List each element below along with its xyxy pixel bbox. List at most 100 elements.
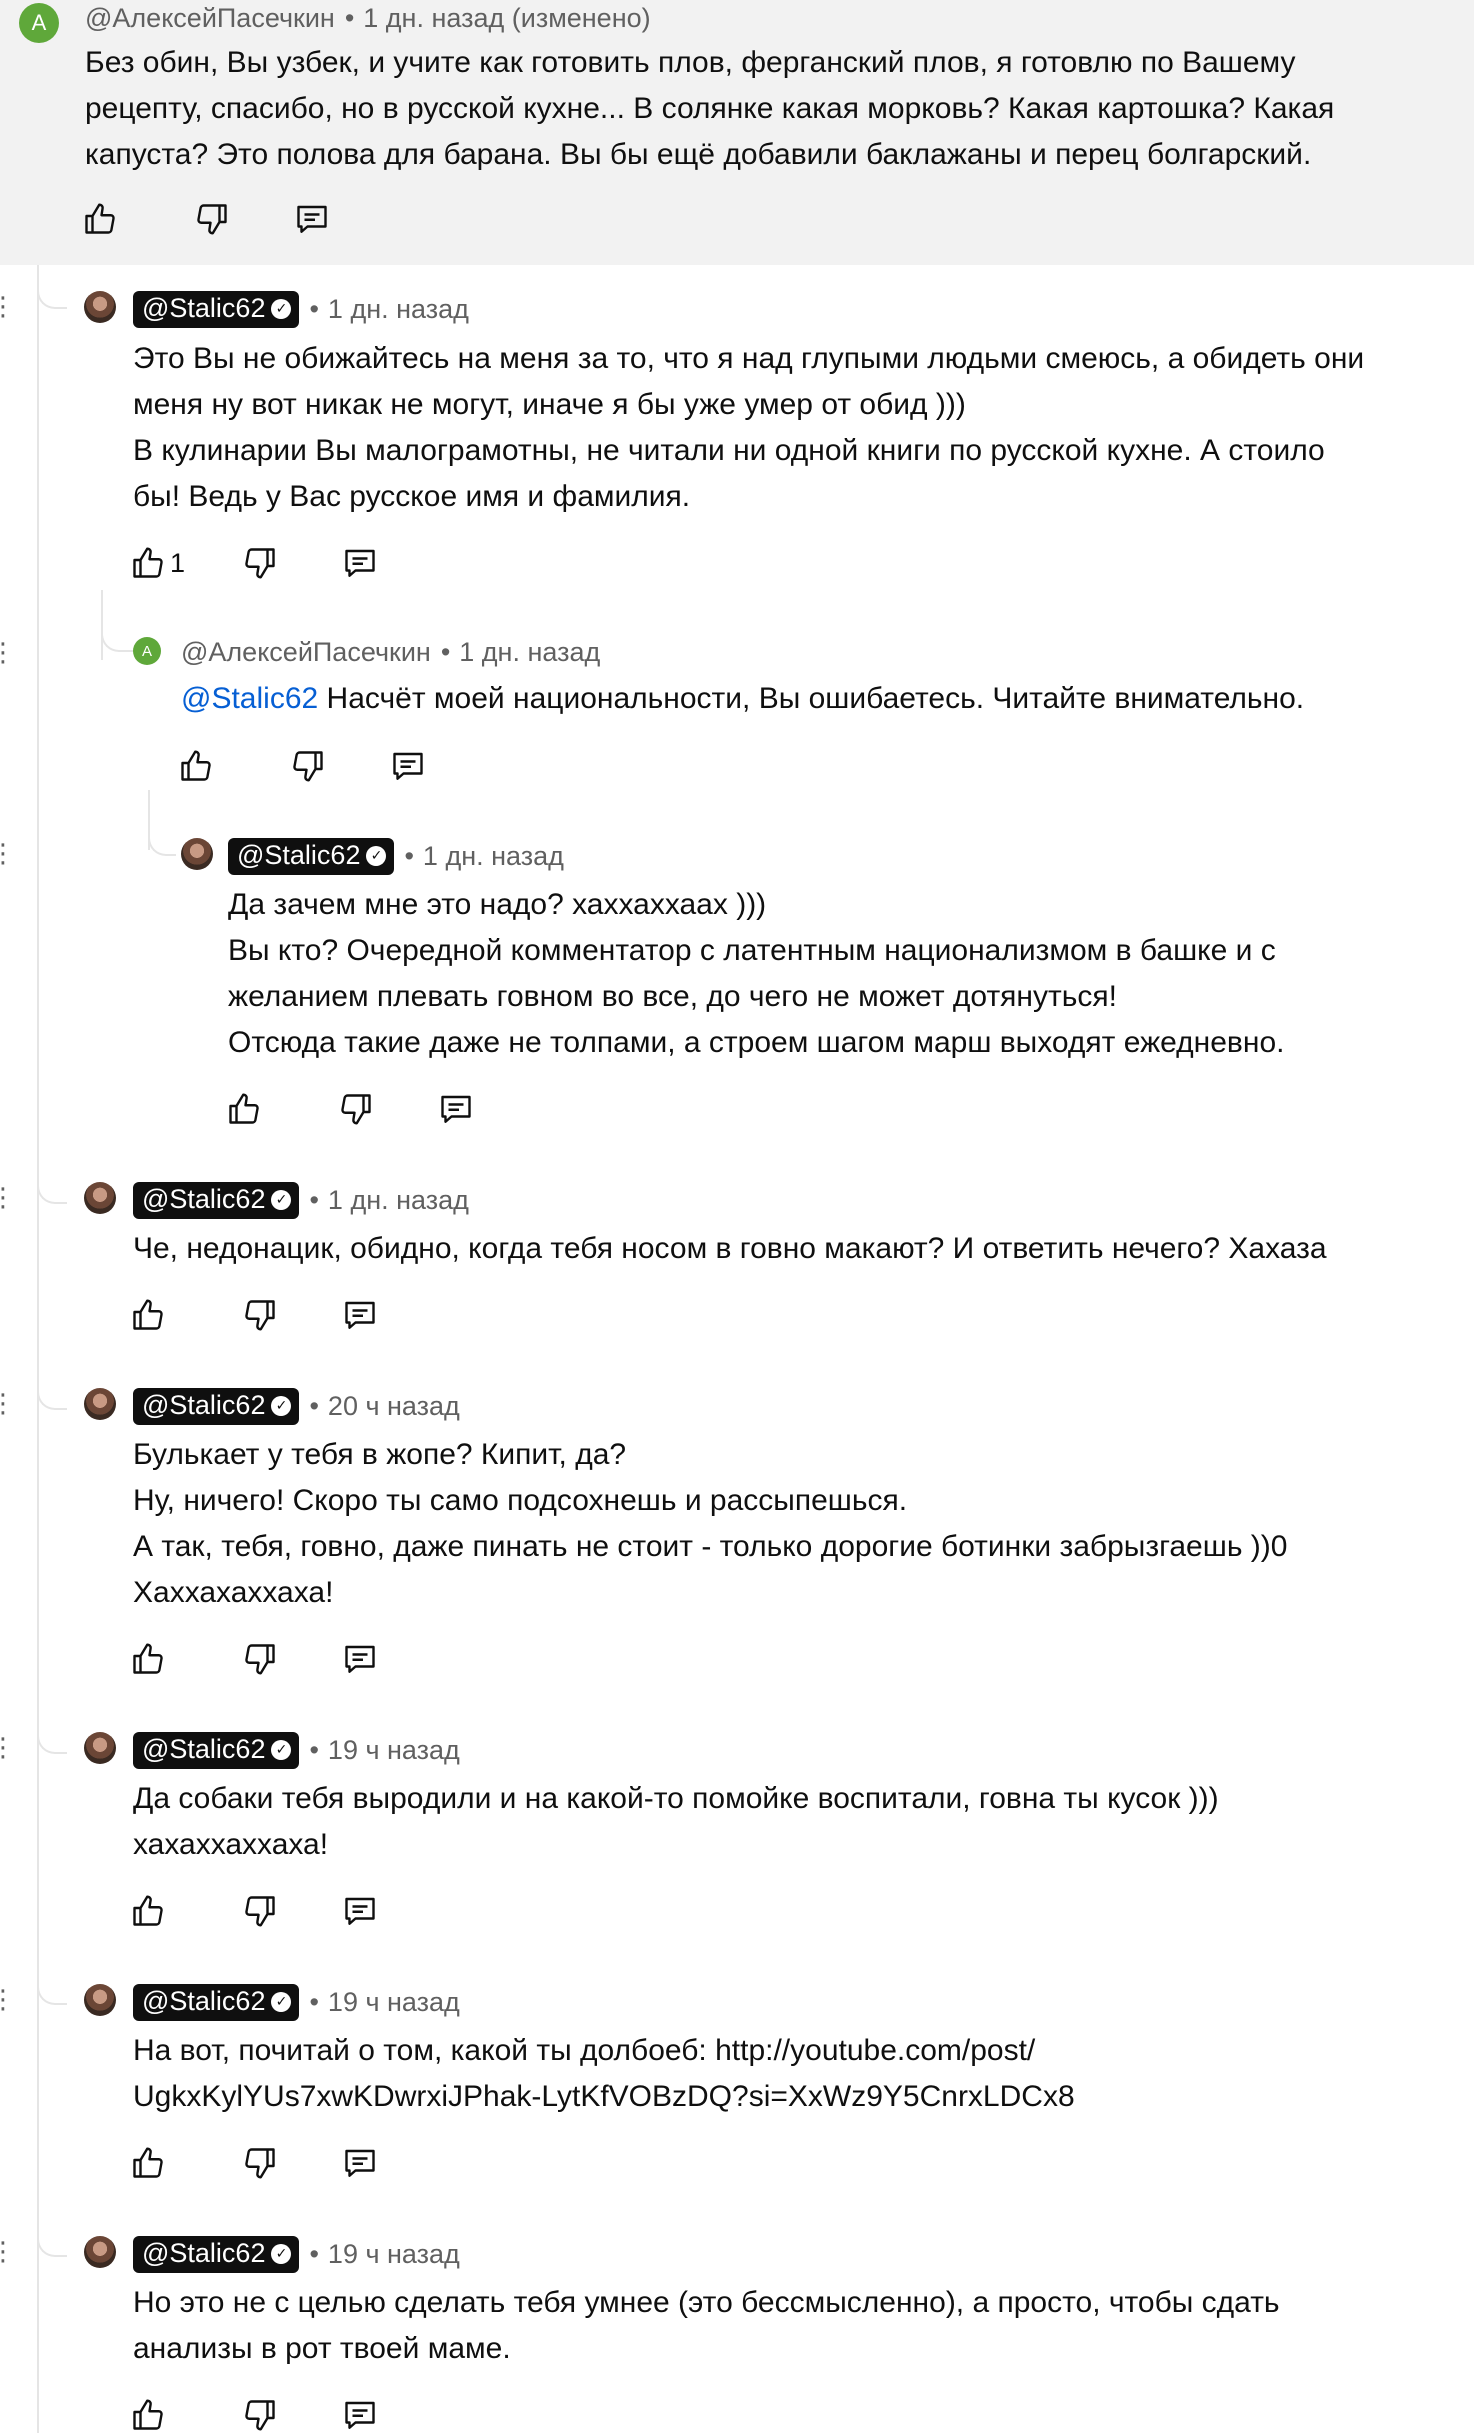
like-button[interactable] bbox=[130, 1893, 242, 1929]
comment-author[interactable]: @АлексейПасечкин bbox=[85, 3, 335, 34]
like-button[interactable] bbox=[178, 748, 290, 784]
comment-line: Вы кто? Очередной комментатор с латентны… bbox=[228, 934, 1276, 967]
comment-actions bbox=[226, 1091, 474, 1127]
creator-badge[interactable]: @Stalic62 ✓ bbox=[133, 1388, 300, 1425]
comment-time[interactable]: 1 дн. назад (изменено) bbox=[363, 3, 650, 34]
dislike-button[interactable] bbox=[242, 545, 342, 581]
dislike-button[interactable] bbox=[242, 2397, 342, 2433]
separator-dot: • bbox=[309, 1185, 319, 1215]
reply-button[interactable] bbox=[342, 2145, 378, 2181]
thumbs-down-icon bbox=[293, 751, 323, 782]
comment-time[interactable]: 1 дн. назад bbox=[423, 841, 564, 872]
dislike-button[interactable] bbox=[242, 1297, 342, 1333]
like-button[interactable] bbox=[130, 1641, 242, 1677]
creator-badge[interactable]: @Stalic62 ✓ bbox=[228, 838, 395, 875]
comment-text: Да зачем мне это надо? хаххаххаах ))) Вы… bbox=[228, 882, 1284, 1066]
reply-button[interactable] bbox=[342, 1297, 378, 1333]
comment-line: Че, недонацик, обидно, когда тебя носом … bbox=[133, 1232, 1327, 1265]
comment-line: Но это не с целью сделать тебя умнее (эт… bbox=[133, 2286, 1280, 2319]
comment-time[interactable]: 20 ч назад bbox=[328, 1391, 460, 1422]
comment-line: меня ну вот никак не могут, иначе я бы у… bbox=[133, 388, 966, 421]
avatar[interactable] bbox=[84, 1732, 116, 1764]
dislike-button[interactable] bbox=[242, 1893, 342, 1929]
comment-time[interactable]: 1 дн. назад bbox=[459, 637, 600, 668]
reply-comment-icon bbox=[393, 752, 423, 780]
dislike-button[interactable] bbox=[194, 201, 294, 237]
reply-comment-icon bbox=[345, 2401, 375, 2429]
creator-badge[interactable]: @Stalic62 ✓ bbox=[133, 1984, 300, 2021]
reply-button[interactable] bbox=[342, 1893, 378, 1929]
reply-comment-icon bbox=[345, 1301, 375, 1329]
like-button[interactable] bbox=[130, 2397, 242, 2433]
comment-header: @Stalic62 ✓ • 20 ч назад bbox=[133, 1388, 460, 1425]
thumbs-up-icon bbox=[133, 2147, 163, 2178]
creator-badge[interactable]: @Stalic62 ✓ bbox=[133, 1732, 300, 1769]
verified-check-icon: ✓ bbox=[271, 298, 292, 319]
thread-connector bbox=[101, 620, 133, 652]
comment-header: @Stalic62 ✓ • 1 дн. назад bbox=[133, 291, 469, 328]
avatar[interactable] bbox=[181, 838, 213, 870]
comment-header: @Stalic62 ✓ • 1 дн. назад bbox=[228, 838, 564, 875]
creator-badge[interactable]: @Stalic62 ✓ bbox=[133, 291, 300, 328]
avatar[interactable] bbox=[84, 291, 116, 323]
like-button[interactable]: 1 bbox=[130, 545, 242, 581]
comment-line: анализы в рот твоей маме. bbox=[133, 2332, 511, 2365]
comment-line: Да собаки тебя выродили и на какой-то по… bbox=[133, 1782, 1219, 1815]
reply-button[interactable] bbox=[342, 545, 378, 581]
comment-text: Булькает у тебя в жопе? Кипит, да? Ну, н… bbox=[133, 1432, 1287, 1616]
comment-line: капуста? Это полова для барана. Вы бы ещ… bbox=[85, 138, 1312, 171]
comment-author: @Stalic62 bbox=[237, 840, 361, 870]
comment-text: Это Вы не обижайтесь на меня за то, что … bbox=[133, 336, 1364, 520]
mention-link[interactable]: @Stalic62 bbox=[181, 682, 318, 715]
reply-button[interactable] bbox=[390, 748, 426, 784]
thumbs-down-icon bbox=[245, 2400, 275, 2431]
verified-check-icon: ✓ bbox=[271, 2243, 292, 2264]
comment-time[interactable]: 1 дн. назад bbox=[328, 1185, 469, 1216]
reply-comment-icon bbox=[345, 549, 375, 577]
avatar[interactable]: А bbox=[133, 637, 161, 665]
thumbs-up-icon bbox=[133, 1895, 163, 1926]
avatar[interactable]: А bbox=[19, 3, 59, 43]
avatar[interactable] bbox=[84, 1388, 116, 1420]
like-button[interactable] bbox=[130, 2145, 242, 2181]
comment-time[interactable]: 19 ч назад bbox=[328, 2239, 460, 2270]
comment-time[interactable]: 19 ч назад bbox=[328, 1735, 460, 1766]
creator-badge[interactable]: @Stalic62 ✓ bbox=[133, 2236, 300, 2273]
comment-actions bbox=[82, 201, 330, 237]
thumbs-up-icon bbox=[229, 1093, 259, 1124]
like-button[interactable] bbox=[226, 1091, 338, 1127]
dislike-button[interactable] bbox=[338, 1091, 438, 1127]
comment-actions bbox=[130, 1641, 378, 1677]
thread-line bbox=[37, 265, 39, 2433]
comment-actions bbox=[130, 2145, 378, 2181]
thread-connector bbox=[37, 1378, 67, 1410]
reply-button[interactable] bbox=[342, 2397, 378, 2433]
like-button[interactable] bbox=[82, 201, 194, 237]
comment-header: @Stalic62 ✓ • 19 ч назад bbox=[133, 1984, 460, 2021]
separator-dot: • bbox=[309, 294, 319, 324]
avatar[interactable] bbox=[84, 2236, 116, 2268]
comment-author[interactable]: @АлексейПасечкин bbox=[181, 637, 431, 668]
comment-line: Отсюда такие даже не толпами, а строем ш… bbox=[228, 1026, 1285, 1059]
thread-connector bbox=[37, 277, 67, 309]
dislike-button[interactable] bbox=[242, 1641, 342, 1677]
comment-time[interactable]: 1 дн. назад bbox=[328, 294, 469, 325]
reply-button[interactable] bbox=[438, 1091, 474, 1127]
dislike-button[interactable] bbox=[242, 2145, 342, 2181]
creator-badge[interactable]: @Stalic62 ✓ bbox=[133, 1182, 300, 1219]
reply-comment-icon bbox=[345, 1645, 375, 1673]
reply-button[interactable] bbox=[342, 1641, 378, 1677]
comment-actions bbox=[130, 1893, 378, 1929]
thumbs-down-icon bbox=[341, 1094, 371, 1125]
comment-line: Хаххахаххаха! bbox=[133, 1576, 334, 1609]
like-button[interactable] bbox=[130, 1297, 242, 1333]
thread-connector bbox=[37, 1722, 67, 1754]
verified-check-icon: ✓ bbox=[366, 845, 387, 866]
dislike-button[interactable] bbox=[290, 748, 390, 784]
verified-check-icon: ✓ bbox=[271, 1739, 292, 1760]
avatar[interactable] bbox=[84, 1984, 116, 2016]
reply-button[interactable] bbox=[294, 201, 330, 237]
avatar[interactable] bbox=[84, 1182, 116, 1214]
comment-header: @АлексейПасечкин • 1 дн. назад bbox=[181, 637, 600, 668]
comment-time[interactable]: 19 ч назад bbox=[328, 1987, 460, 2018]
